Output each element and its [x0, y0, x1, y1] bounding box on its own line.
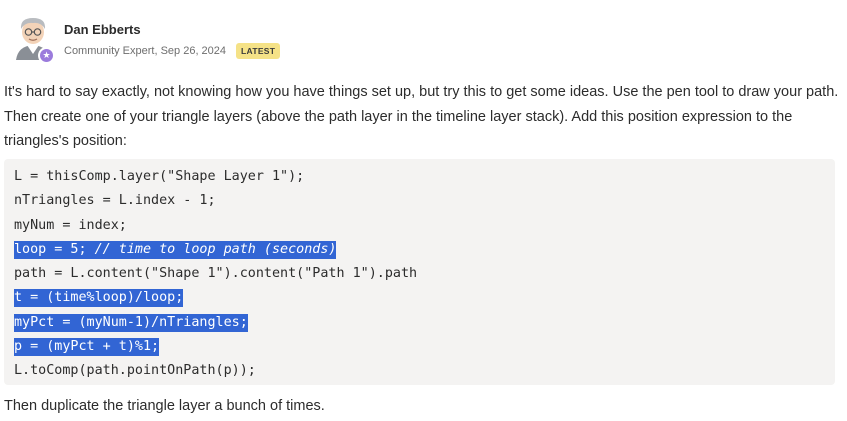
selected-code-comment: // time to loop path (seconds) [94, 240, 337, 259]
author-role-date: Community Expert, Sep 26, 2024 [64, 45, 227, 57]
community-expert-star-icon: ★ [38, 47, 55, 64]
code-line-selected: p = (myPct + t)%1; [14, 335, 825, 359]
selected-code: p = (myPct + t)%1; [14, 338, 160, 357]
post-outro-text: Then duplicate the triangle layer a bunc… [4, 398, 325, 414]
code-line: myNum = index; [14, 217, 127, 233]
selected-code: t = (time%loop)/loop; [14, 289, 184, 308]
author-name[interactable]: Dan Ebberts [64, 22, 141, 37]
selected-code: loop = 5; [14, 240, 95, 259]
post-intro-text: It's hard to say exactly, not knowing ho… [4, 84, 839, 149]
code-line: nTriangles = L.index - 1; [14, 193, 216, 209]
post-meta: Community Expert, Sep 26, 2024 LATEST [64, 42, 281, 60]
code-block[interactable]: L = thisComp.layer("Shape Layer 1"); nTri… [4, 159, 835, 385]
code-line: L.toComp(path.pointOnPath(p)); [14, 363, 256, 379]
code-line-selected: t = (time%loop)/loop; [14, 286, 825, 310]
code-content: L = thisComp.layer("Shape Layer 1"); nTri… [4, 159, 835, 390]
latest-badge: LATEST [236, 43, 281, 59]
code-line-selected: loop = 5; // time to loop path (seconds) [14, 238, 825, 262]
post-header: ★ Dan Ebberts Community Expert, Sep 26, … [8, 12, 408, 68]
code-line: path = L.content("Shape 1").content("Pat… [14, 266, 418, 282]
code-line-selected: myPct = (myNum-1)/nTriangles; [14, 311, 825, 335]
selected-code: myPct = (myNum-1)/nTriangles; [14, 313, 248, 332]
code-line: L = thisComp.layer("Shape Layer 1"); [14, 169, 305, 184]
